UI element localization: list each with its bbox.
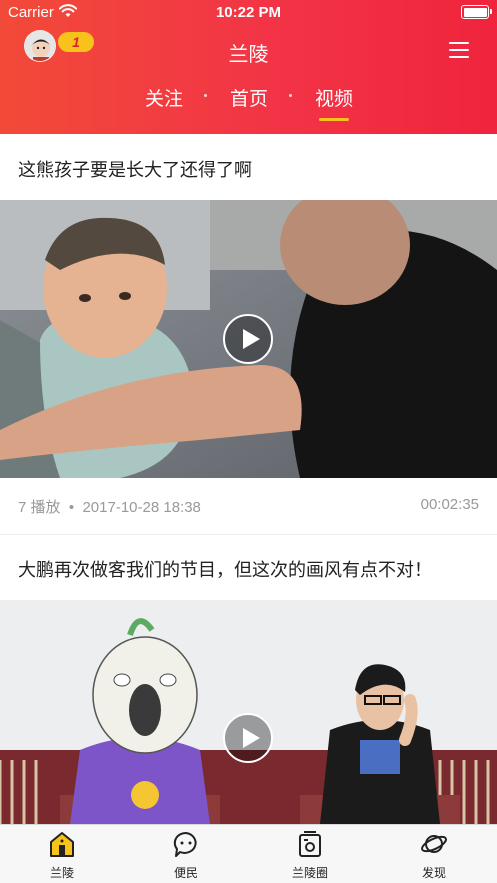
planet-icon	[419, 829, 449, 859]
video-title[interactable]: 这熊孩子要是长大了还得了啊	[18, 156, 252, 182]
video-thumbnail[interactable]	[0, 200, 497, 478]
home-icon	[47, 829, 77, 859]
circle-card-icon	[295, 829, 325, 859]
nav-item-discover[interactable]: 发现	[394, 829, 474, 881]
publish-date: 2017-10-28 18:38	[82, 499, 201, 516]
meta-separator: •	[64, 499, 79, 516]
bottom-tab-bar: 兰陵 便民 兰陵圈 发现	[0, 824, 497, 883]
nav-label: 便民	[173, 866, 198, 880]
video-meta: 7 播放 • 2017-10-28 18:38	[18, 496, 201, 517]
video-thumbnail[interactable]	[0, 600, 497, 824]
menu-icon[interactable]	[449, 40, 469, 60]
video-title[interactable]: 大鹏再次做客我们的节目，但这次的画风有点不对！	[18, 556, 432, 582]
play-count: 7 播放	[18, 499, 61, 516]
post-divider	[0, 534, 497, 535]
video-duration: 00:02:35	[420, 496, 479, 513]
nav-label: 兰陵圈	[291, 866, 328, 880]
tab-follow[interactable]: 关注	[134, 84, 194, 111]
video-feed[interactable]: 这熊孩子要是长大了还得了啊 7 播放 • 2017-10-28 18:38 00…	[0, 134, 497, 824]
active-tab-indicator	[319, 118, 349, 121]
play-icon[interactable]	[223, 314, 273, 364]
play-icon[interactable]	[223, 713, 273, 763]
tab-separator	[204, 94, 207, 97]
page-title: 兰陵	[228, 44, 269, 66]
top-tabs: 关注 首页 视频	[0, 84, 497, 124]
app-header: Carrier 10:22 PM 1 兰陵 关注 首页 视频	[0, 0, 497, 134]
nav-label: 兰陵	[49, 866, 74, 880]
chat-bubble-icon	[171, 829, 201, 859]
tab-home[interactable]: 首页	[219, 84, 279, 111]
nav-item-convenience[interactable]: 便民	[146, 829, 226, 881]
tab-separator	[289, 94, 292, 97]
tab-video[interactable]: 视频	[304, 84, 364, 111]
battery-icon	[461, 5, 492, 19]
nav-item-lanling[interactable]: 兰陵	[22, 829, 102, 881]
nav-item-lanling-circle[interactable]: 兰陵圈	[270, 829, 350, 881]
clock-time: 10:22 PM	[215, 4, 282, 21]
status-bar: Carrier 10:22 PM	[0, 0, 497, 26]
nav-label: 发现	[421, 866, 446, 880]
